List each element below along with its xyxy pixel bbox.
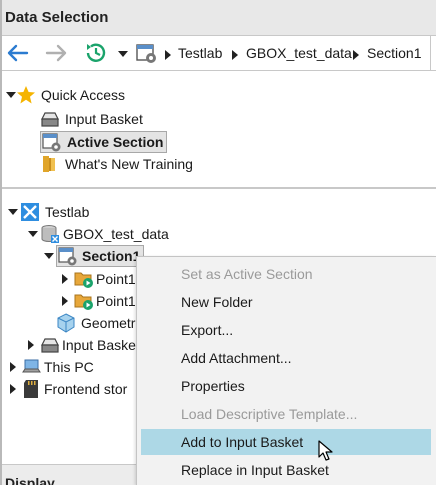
quick-access-header[interactable]: Quick Access xyxy=(2,84,125,106)
section-icon xyxy=(58,246,78,266)
section-icon xyxy=(42,132,62,152)
menu-item-set-as-active-section: Set as Active Section xyxy=(181,266,313,282)
quick-access-item-label: Active Section xyxy=(67,134,164,150)
display-panel-title: Display xyxy=(5,475,55,485)
breadcrumb-gbox-test-data[interactable]: GBOX_test_data xyxy=(246,45,352,61)
mouse-pointer-icon xyxy=(318,440,334,462)
window-title: Data Selection xyxy=(5,9,109,26)
navigation-toolbar: Testlab GBOX_test_data Section1 xyxy=(2,36,436,71)
chevron-down-icon[interactable] xyxy=(2,201,20,223)
panel-divider[interactable] xyxy=(2,187,436,189)
chevron-down-icon[interactable] xyxy=(42,245,56,267)
sd-card-icon xyxy=(22,379,42,399)
tree-item-label: Section1 xyxy=(82,248,141,264)
computer-icon xyxy=(22,357,42,377)
chevron-down-icon[interactable] xyxy=(2,84,16,106)
tree-item-label: Testlab xyxy=(45,204,90,220)
section-icon xyxy=(135,41,159,65)
tree-item-label: Geometr xyxy=(81,315,136,331)
menu-item-replace-in-input-basket[interactable]: Replace in Input Basket xyxy=(141,457,431,483)
quick-access-item-label: Input Basket xyxy=(65,111,143,127)
chevron-right-icon[interactable] xyxy=(60,268,74,290)
database-icon xyxy=(40,224,60,244)
menu-item-properties[interactable]: Properties xyxy=(141,373,431,399)
run-folder-icon xyxy=(74,269,94,289)
basket-icon xyxy=(40,109,60,129)
menu-item-add-attachment[interactable]: Add Attachment... xyxy=(141,345,431,371)
breadcrumb-testlab[interactable]: Testlab xyxy=(178,45,222,61)
tree-item-this-pc[interactable]: This PC xyxy=(6,356,94,378)
quick-access-item-label: What's New Training xyxy=(65,156,193,172)
tree-item-label: Point1 xyxy=(96,271,136,287)
tree-item-label: Point1 xyxy=(96,293,136,309)
tree-item-label: This PC xyxy=(44,359,94,375)
tree-item-point1[interactable]: Point1 xyxy=(60,290,136,312)
chevron-right-icon[interactable] xyxy=(6,356,22,378)
tree-item-gbox-test-data[interactable]: GBOX_test_data xyxy=(24,223,169,245)
toolbar-edge xyxy=(430,36,436,71)
star-icon xyxy=(16,85,36,105)
menu-item-add-to-input-basket[interactable]: Add to Input Basket xyxy=(141,429,431,455)
tree-item-label: GBOX_test_data xyxy=(63,226,169,242)
chevron-right-icon[interactable] xyxy=(24,334,40,356)
menu-item-export[interactable]: Export... xyxy=(141,317,431,343)
quick-access-item-input-basket[interactable]: Input Basket xyxy=(40,108,143,130)
breadcrumb-separator xyxy=(353,50,359,60)
menu-item-load-descriptive-template: Load Descriptive Template... xyxy=(181,406,358,422)
arrow-left-icon[interactable] xyxy=(6,42,30,64)
cube-icon xyxy=(56,313,76,333)
tree-item-label: Input Baske xyxy=(62,337,136,353)
tree-item-frontend-storage[interactable]: Frontend stor xyxy=(6,378,127,400)
quick-access-label: Quick Access xyxy=(41,87,126,103)
quick-access-panel: Quick Access Input Basket Active Section… xyxy=(2,72,436,186)
breadcrumb-separator xyxy=(165,50,171,60)
tree-item-geometry[interactable]: Geometr xyxy=(56,312,135,334)
tree-item-testlab[interactable]: Testlab xyxy=(2,201,89,223)
tree-item-label: Frontend stor xyxy=(44,381,128,397)
context-menu: Set as Active Section New Folder Export.… xyxy=(136,256,436,485)
run-folder-icon xyxy=(74,291,94,311)
title-bar: Data Selection xyxy=(2,0,436,36)
breadcrumb-separator xyxy=(232,50,238,60)
chevron-right-icon[interactable] xyxy=(60,290,74,312)
quick-access-item-active-section[interactable]: Active Section xyxy=(40,131,168,153)
tree-item-point1[interactable]: Point1 xyxy=(60,268,136,290)
history-dropdown-icon[interactable] xyxy=(117,48,129,60)
quick-access-item-whats-new-training[interactable]: What's New Training xyxy=(40,153,193,175)
chevron-right-icon[interactable] xyxy=(6,378,22,400)
history-clock-icon[interactable] xyxy=(84,41,108,65)
tree-item-section1-selection[interactable]: Section1 xyxy=(56,245,145,267)
basket-icon xyxy=(40,335,60,355)
tree-item-input-basket[interactable]: Input Baske xyxy=(24,334,136,356)
book-icon xyxy=(40,154,60,174)
chevron-down-icon[interactable] xyxy=(24,223,40,245)
menu-item-new-folder[interactable]: New Folder xyxy=(141,289,431,315)
breadcrumb-section1[interactable]: Section1 xyxy=(367,45,421,61)
arrow-right-icon[interactable] xyxy=(44,42,68,64)
tree-item-section1[interactable]: Section1 xyxy=(42,245,145,267)
testlab-icon xyxy=(20,202,40,222)
